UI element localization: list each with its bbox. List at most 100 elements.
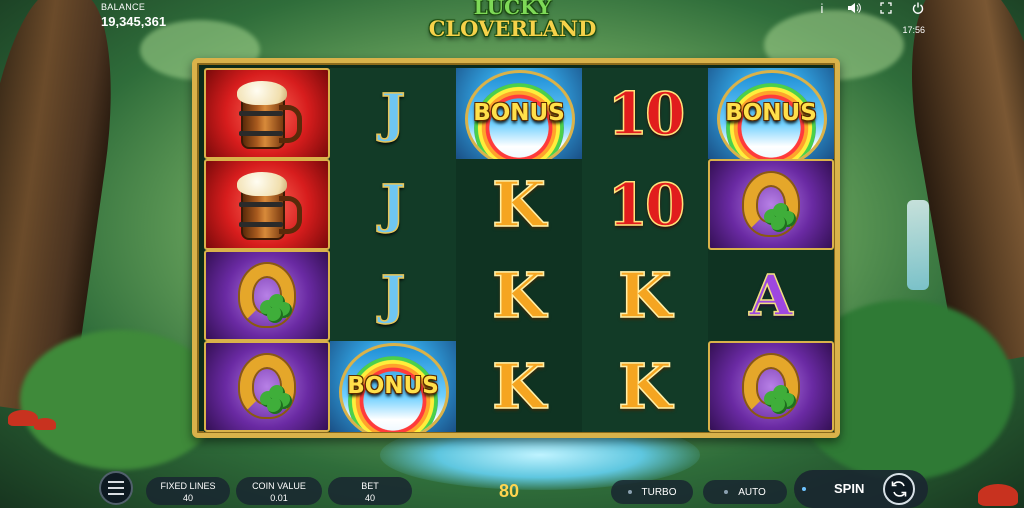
symbol-k: K [617, 258, 672, 332]
clover-icon [764, 384, 798, 415]
fixed-lines-value: 40 [182, 493, 193, 503]
clover-leaf [267, 306, 283, 323]
clock: 17:56 [902, 25, 925, 35]
mug-band [239, 221, 283, 227]
auto-toggle[interactable]: AUTO [703, 480, 787, 504]
logo-line-1: LUCKY [473, 0, 552, 19]
reel-2: J J J BONUS [330, 68, 456, 432]
reel-cell [708, 159, 834, 250]
reel-cell: J [330, 68, 456, 159]
mug-handle [279, 104, 302, 143]
bet-selector[interactable]: BET 40 [328, 477, 412, 505]
turbo-indicator-icon [627, 490, 632, 494]
reel-cell: J [330, 159, 456, 250]
symbol-k: K [617, 349, 672, 423]
spin-indicator-icon [802, 487, 806, 491]
turbo-toggle[interactable]: TURBO [611, 480, 693, 504]
clover-leaf [267, 397, 283, 414]
coin-value-value: 0.01 [270, 493, 288, 503]
reel-cell [708, 341, 834, 432]
bonus-symbol-label: BONUS [725, 100, 817, 126]
background-waterfall [907, 200, 929, 290]
reel-cell [204, 68, 330, 159]
reel-cell: BONUS [708, 68, 834, 159]
control-bar: FIXED LINES 40 COIN VALUE 0.01 BET 40 80… [96, 468, 928, 508]
reel-cell: 10 [582, 68, 708, 159]
reel-5: BONUS A [708, 68, 834, 432]
horseshoe-clover-icon [232, 351, 302, 423]
clover-icon [764, 202, 798, 233]
mug-handle [279, 195, 302, 234]
reel-cell: K [582, 341, 708, 432]
reel-cell [204, 341, 330, 432]
total-bet-amount: 80 [499, 481, 520, 501]
symbol-10: 10 [607, 170, 686, 239]
mug-band [239, 130, 283, 136]
clover-icon [260, 293, 294, 324]
reel-cell: 10 [582, 159, 708, 250]
logo-line-2: CLOVERLAND [428, 16, 597, 41]
bet-label: BET [361, 481, 379, 491]
power-icon[interactable] [910, 0, 926, 16]
game-logo: LUCKY CLOVERLAND [420, 0, 605, 52]
reel-cell: A [708, 250, 834, 341]
beer-mug-icon [237, 80, 302, 149]
mug-foam [237, 171, 287, 196]
fixed-lines-display: FIXED LINES 40 [146, 477, 230, 505]
sound-icon[interactable] [846, 0, 862, 16]
symbol-a: A [749, 262, 794, 329]
menu-icon-line [108, 493, 124, 495]
spin-arrows-icon[interactable] [883, 473, 915, 505]
info-icon[interactable]: i [814, 0, 830, 16]
symbol-k: K [491, 349, 546, 423]
top-toolbar: i [814, 0, 926, 16]
coin-value-label: COIN VALUE [252, 481, 306, 491]
menu-button[interactable] [99, 471, 133, 505]
mushroom-decoration [34, 418, 56, 430]
reel-4: 10 10 K K [582, 68, 708, 432]
mug-band [239, 110, 283, 116]
balance-label: BALANCE [101, 2, 146, 12]
reel-3: BONUS K K K [456, 68, 582, 432]
balance-value: 19,345,361 [101, 14, 167, 29]
spin-label: SPIN [834, 481, 865, 496]
symbol-j: J [380, 82, 406, 144]
coin-value-selector[interactable]: COIN VALUE 0.01 [236, 477, 322, 505]
turbo-label: TURBO [641, 486, 677, 498]
reel-cell: J [330, 250, 456, 341]
reel-frame: J J J BONUS BONUS K K K 10 10 K K BONUS A [192, 58, 840, 438]
menu-icon-line [108, 487, 124, 489]
clover-leaf [771, 397, 787, 414]
symbol-10: 10 [607, 79, 686, 148]
mushroom-decoration [978, 484, 1018, 506]
balance-display: BALANCE 19,345,361 [101, 2, 166, 29]
bet-value: 40 [364, 493, 375, 503]
reel-cell [204, 250, 330, 341]
menu-icon-line [108, 481, 124, 483]
spin-button[interactable]: SPIN [794, 470, 928, 508]
mug-foam [237, 80, 287, 105]
reel-cell: K [456, 341, 582, 432]
reel-cell: BONUS [456, 68, 582, 159]
horseshoe-clover-icon [232, 260, 302, 332]
fixed-lines-label: FIXED LINES [160, 481, 216, 491]
symbol-j: J [380, 264, 406, 326]
reel-cell [204, 159, 330, 250]
bonus-symbol-label: BONUS [473, 100, 565, 126]
horseshoe-clover-icon [736, 169, 806, 241]
symbol-j: J [380, 173, 406, 235]
horseshoe-clover-icon [736, 351, 806, 423]
reel-1 [204, 68, 330, 432]
reel-cell: K [456, 159, 582, 250]
mug-band [239, 201, 283, 207]
fullscreen-icon[interactable] [878, 0, 894, 16]
reel-cell: K [582, 250, 708, 341]
reel-cell: BONUS [330, 341, 456, 432]
clover-leaf [771, 215, 787, 232]
bonus-symbol-label: BONUS [347, 373, 439, 399]
symbol-k: K [491, 258, 546, 332]
info-glyph: i [820, 0, 824, 16]
clover-icon [260, 384, 294, 415]
auto-label: AUTO [738, 486, 766, 498]
reel-cell: K [456, 250, 582, 341]
